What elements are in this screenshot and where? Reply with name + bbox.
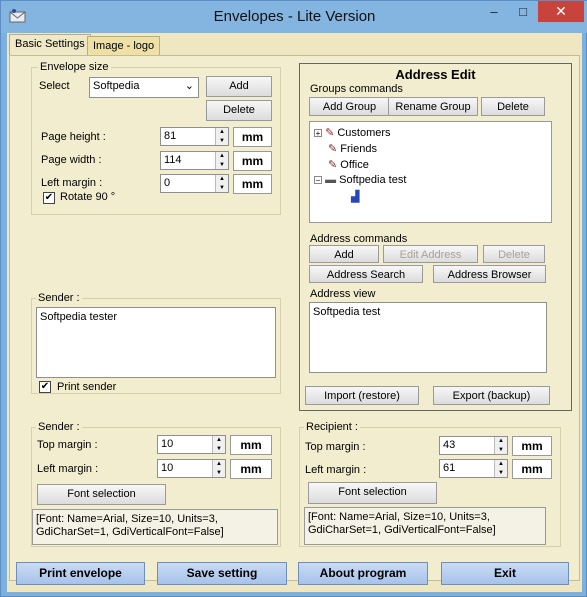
print-sender-checkbox[interactable]: ✔ [39,381,51,393]
folder-icon: ▬ [325,174,337,186]
rotate-checkbox[interactable]: ✔ [43,192,55,204]
address-edit-title: Address Edit [395,67,476,82]
sender-left-margin-label: Left margin : [37,463,99,475]
envelope-size-title: Envelope size [38,61,111,73]
pen-icon: ✎ [325,127,335,139]
address-card-icon: ▟ [351,191,360,203]
sender-margins-group: Sender : Top margin : 10 ▲ ▼ mm Left marg… [31,421,281,547]
left-margin-spinner[interactable]: ▲ ▼ [215,175,228,192]
save-setting-button[interactable]: Save setting [157,562,287,585]
recipient-top-margin-unit: mm [512,436,552,456]
import-button[interactable]: Import (restore) [305,386,419,405]
groups-commands-title: Groups commands [310,83,403,95]
edit-address-button[interactable]: Edit Address [383,245,478,263]
application-window: Envelopes - Lite Version – □ ✕ Basic Set… [0,0,587,597]
sender-text-group: Sender : Softpedia tester ✔ Print sender [31,292,281,394]
select-label: Select [39,80,70,92]
delete-envelope-button[interactable]: Delete [206,100,272,121]
address-edit-panel: Address Edit Groups commands Add Group R… [299,63,572,411]
exit-button[interactable]: Exit [441,562,569,585]
page-width-label: Page width : [41,154,102,166]
title-bar: Envelopes - Lite Version – □ ✕ [1,1,587,33]
sender-top-margin-spinner[interactable]: ▲ ▼ [212,436,225,453]
minimize-button[interactable]: – [479,1,509,23]
add-group-button[interactable]: Add Group [309,97,390,116]
sender-text-title: Sender : [36,292,82,304]
left-margin-label: Left margin : [41,177,103,189]
recipient-top-margin-spinner[interactable]: ▲ ▼ [494,437,507,454]
add-envelope-button[interactable]: Add [206,76,272,97]
sender-margins-title: Sender : [36,421,82,433]
rotate-label: Rotate 90 ° [60,191,116,203]
recipient-left-margin-spinner[interactable]: ▲ ▼ [494,460,507,477]
page-width-spinner[interactable]: ▲ ▼ [215,152,228,169]
maximize-button[interactable]: □ [508,1,538,23]
print-envelope-button[interactable]: Print envelope [16,562,145,585]
sender-font-info: [Font: Name=Arial, Size=10, Units=3, Gdi… [32,509,278,545]
print-sender-label: Print sender [57,381,117,393]
sender-left-margin-spinner[interactable]: ▲ ▼ [212,460,225,477]
sender-font-selection-button[interactable]: Font selection [37,484,166,505]
export-button[interactable]: Export (backup) [433,386,550,405]
address-browser-button[interactable]: Address Browser [433,265,546,283]
recipient-left-margin-unit: mm [512,459,552,479]
recipient-group: Recipient : Top margin : 43 ▲ ▼ mm Left m… [299,421,561,547]
add-address-button[interactable]: Add [309,245,379,263]
sender-textarea[interactable]: Softpedia tester [36,307,276,378]
recipient-font-info: [Font: Name=Arial, Size=10, Units=3, Gdi… [304,507,546,545]
recipient-left-margin-label: Left margin : [305,464,367,476]
page-height-spinner[interactable]: ▲ ▼ [215,128,228,145]
client-area: Basic Settings Image - logo Envelope siz… [7,33,582,592]
page-width-unit: mm [233,151,272,171]
left-margin-unit: mm [233,174,272,194]
page-height-label: Page height : [41,131,106,143]
sender-top-margin-label: Top margin : [37,439,98,451]
basic-settings-page: Envelope size Select Softpedia ⌄ Add Dele… [9,55,580,581]
sender-left-margin-unit: mm [230,459,272,479]
recipient-top-margin-label: Top margin : [305,441,366,453]
address-commands-title: Address commands [310,233,408,245]
pen-icon: ✎ [328,143,338,155]
pen-icon: ✎ [328,159,338,171]
page-height-unit: mm [233,127,272,147]
about-program-button[interactable]: About program [298,562,428,585]
address-view-box[interactable]: Softpedia test [309,302,547,373]
tab-basic-settings[interactable]: Basic Settings [9,34,91,56]
tab-image-logo[interactable]: Image - logo [87,36,161,56]
close-button[interactable]: ✕ [538,1,584,22]
envelope-select[interactable]: Softpedia ⌄ [89,77,199,98]
recipient-font-selection-button[interactable]: Font selection [308,482,437,504]
tree-item-friends[interactable]: ✎ Friends [328,142,377,155]
address-search-button[interactable]: Address Search [309,265,423,283]
envelope-size-group: Envelope size Select Softpedia ⌄ Add Dele… [31,61,281,215]
chevron-down-icon: ⌄ [184,80,194,92]
sender-top-margin-unit: mm [230,435,272,455]
tree-item-office[interactable]: ✎ Office [328,158,369,171]
delete-group-button[interactable]: Delete [481,97,545,116]
tree-item-softpedia-test[interactable]: − ▬ Softpedia test [314,174,406,186]
recipient-title: Recipient : [304,421,360,433]
address-view-title: Address view [310,288,376,300]
tree-item-customers[interactable]: + ✎ Customers [314,126,391,139]
delete-address-button[interactable]: Delete [483,245,545,263]
rename-group-button[interactable]: Rename Group [388,97,478,116]
groups-tree[interactable]: + ✎ Customers ✎ Friends ✎ Office − ▬ Sof… [309,121,552,223]
